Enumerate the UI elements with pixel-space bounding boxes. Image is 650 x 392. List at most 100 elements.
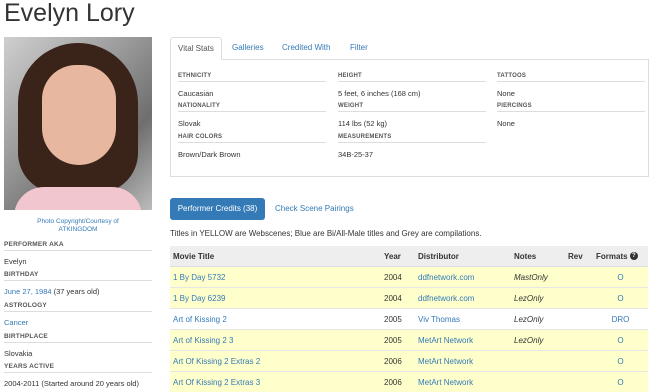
stat-label: ETHNICITY <box>178 73 326 82</box>
table-row: 1 By Day 5732 2004 ddfnetwork.com MastOnly O <box>170 266 648 288</box>
col-rev[interactable]: Rev <box>565 246 593 267</box>
notes-cell <box>511 350 565 372</box>
birthplace-value: Slovakia <box>4 349 33 358</box>
formats-link[interactable]: O <box>593 266 648 288</box>
year-cell: 2005 <box>381 308 415 330</box>
col-movie-title[interactable]: Movie Title <box>170 246 381 267</box>
birthday-link[interactable]: June 27, 1984 <box>4 287 52 296</box>
photo-credit-line2[interactable]: ATKINGDOM <box>4 226 152 234</box>
formats-link[interactable]: O <box>593 350 648 372</box>
photo-credit-line1: Photo Copyright/Courtesy of <box>37 218 119 225</box>
birthday-age: (37 years old) <box>51 287 100 296</box>
performer-photo[interactable] <box>4 37 152 210</box>
table-header-row: Movie Title Year Distributor Notes Rev F… <box>170 246 648 267</box>
astrology-label: ASTROLOGY <box>4 302 152 312</box>
movie-title-link[interactable]: 1 By Day 5732 <box>170 266 381 288</box>
col-distributor[interactable]: Distributor <box>415 246 511 267</box>
notes-cell: LezOnly <box>511 329 565 351</box>
table-row: Art of Kissing 2 2005 Viv Thomas LezOnly DRO <box>170 308 648 330</box>
col-formats-label: Formats <box>596 251 628 261</box>
sidebar-birthplace: BIRTHPLACE Slovakia <box>4 333 152 358</box>
movie-title-link[interactable]: Art Of Kissing 2 Extras 2 <box>170 350 381 372</box>
stat-ethnicity: ETHNICITY Caucasian <box>178 73 326 98</box>
page-title: Evelyn Lory <box>4 0 135 27</box>
stat-label: HAIR COLORS <box>178 134 326 143</box>
rev-cell <box>565 350 593 372</box>
birthday-label: BIRTHDAY <box>4 271 152 281</box>
stat-label: MEASUREMENTS <box>338 134 486 143</box>
formats-link[interactable]: DRO <box>593 308 648 330</box>
astrology-link[interactable]: Cancer <box>4 318 28 327</box>
stat-piercings: PIERCINGS None <box>497 103 645 128</box>
stat-value: Caucasian <box>178 89 214 98</box>
distributor-link[interactable]: MetArt Network <box>415 371 511 392</box>
table-row: Art Of Kissing 2 Extras 3 2006 MetArt Netw… <box>170 371 648 392</box>
year-cell: 2004 <box>381 266 415 288</box>
years-label: YEARS ACTIVE <box>4 363 152 373</box>
stat-tattoos: TATTOOS None <box>497 73 645 98</box>
rev-cell <box>565 371 593 392</box>
year-cell: 2006 <box>381 371 415 392</box>
table-row: 1 By Day 6239 2004 ddfnetwork.com LezOnly O <box>170 287 648 309</box>
stat-value: 34B-25-37 <box>338 150 374 159</box>
distributor-link[interactable]: Viv Thomas <box>415 308 511 330</box>
stat-label: TATTOOS <box>497 73 645 82</box>
tab-galleries[interactable]: Galleries <box>225 37 271 58</box>
rev-cell <box>565 329 593 351</box>
color-legend-note: Titles in YELLOW are Webscenes; Blue are… <box>170 229 482 238</box>
stat-value: 114 lbs (52 kg) <box>338 119 388 128</box>
sidebar-years-active: YEARS ACTIVE 2004-2011 (Started around 2… <box>4 363 152 388</box>
photo-shirt <box>14 187 142 210</box>
year-cell: 2006 <box>381 350 415 372</box>
tab-credited-with[interactable]: Credited With <box>275 37 337 58</box>
year-cell: 2004 <box>381 287 415 309</box>
movie-title-link[interactable]: 1 By Day 6239 <box>170 287 381 309</box>
stat-nationality: NATIONALITY Slovak <box>178 103 326 128</box>
formats-link[interactable]: O <box>593 329 648 351</box>
col-formats[interactable]: Formats ? <box>593 246 648 267</box>
stat-label: HEIGHT <box>338 73 486 82</box>
movie-title-link[interactable]: Art of Kissing 2 3 <box>170 329 381 351</box>
years-value: 2004-2011 (Started around 20 years old) <box>4 379 139 388</box>
distributor-link[interactable]: MetArt Network <box>415 350 511 372</box>
help-icon[interactable]: ? <box>629 252 638 261</box>
distributor-link[interactable]: MetArt Network <box>415 329 511 351</box>
stat-weight: WEIGHT 114 lbs (52 kg) <box>338 103 486 128</box>
performer-credits-button[interactable]: Performer Credits (38) <box>170 198 265 220</box>
stat-label: WEIGHT <box>338 103 486 112</box>
movie-title-link[interactable]: Art Of Kissing 2 Extras 3 <box>170 371 381 392</box>
credits-table: Movie Title Year Distributor Notes Rev F… <box>170 246 648 392</box>
col-year[interactable]: Year <box>381 246 415 267</box>
stat-value: None <box>497 89 515 98</box>
stat-value: 5 feet, 6 inches (168 cm) <box>338 89 421 98</box>
scene-pairings-link[interactable]: Check Scene Pairings <box>275 198 354 220</box>
aka-value: Evelyn <box>4 257 27 266</box>
table-row: Art Of Kissing 2 Extras 2 2006 MetArt Netw… <box>170 350 648 372</box>
sidebar-astrology: ASTROLOGY Cancer <box>4 302 152 327</box>
notes-cell: LezOnly <box>511 287 565 309</box>
rev-cell <box>565 266 593 288</box>
stat-label: PIERCINGS <box>497 103 645 112</box>
vital-stats-panel: ETHNICITY Caucasian NATIONALITY Slovak H… <box>170 59 649 177</box>
stat-value: None <box>497 119 515 128</box>
tab-vital-stats[interactable]: Vital Stats <box>170 37 222 60</box>
tab-filter[interactable]: Filter <box>343 37 375 58</box>
formats-link[interactable]: O <box>593 371 648 392</box>
col-notes[interactable]: Notes <box>511 246 565 267</box>
photo-credit[interactable]: Photo Copyright/Courtesy of ATKINGDOM <box>4 218 152 234</box>
movie-title-link[interactable]: Art of Kissing 2 <box>170 308 381 330</box>
stat-value: Brown/Dark Brown <box>178 150 241 159</box>
photo-face <box>42 65 116 165</box>
birthplace-label: BIRTHPLACE <box>4 333 152 343</box>
notes-cell: MastOnly <box>511 266 565 288</box>
stat-hair: HAIR COLORS Brown/Dark Brown <box>178 134 326 159</box>
distributor-link[interactable]: ddfnetwork.com <box>415 287 511 309</box>
rev-cell <box>565 308 593 330</box>
formats-link[interactable]: O <box>593 287 648 309</box>
sidebar-aka: PERFORMER AKA Evelyn <box>4 241 152 266</box>
distributor-link[interactable]: ddfnetwork.com <box>415 266 511 288</box>
notes-cell: LezOnly <box>511 308 565 330</box>
stat-value: Slovak <box>178 119 201 128</box>
notes-cell <box>511 371 565 392</box>
stat-height: HEIGHT 5 feet, 6 inches (168 cm) <box>338 73 486 98</box>
